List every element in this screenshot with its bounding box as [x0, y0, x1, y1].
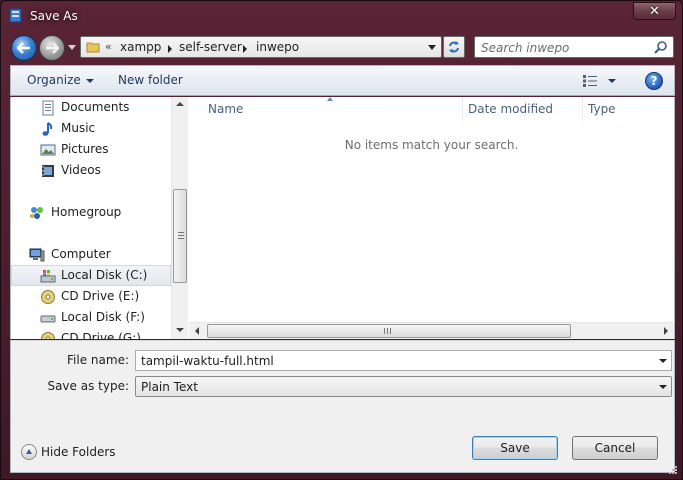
browser-area: Documents Music Pictures Videos Homegrou… [10, 97, 675, 339]
file-list[interactable]: Name Date modified Type No items match y… [189, 97, 674, 339]
title-bar: Save As ✕ [1, 1, 682, 31]
navigation-scrollbar[interactable] [171, 97, 188, 339]
app-icon [9, 8, 22, 23]
back-button[interactable] [11, 35, 37, 61]
file-name-input[interactable] [141, 353, 646, 368]
chevron-down-icon [85, 78, 94, 83]
removable-disk-icon [40, 315, 56, 323]
close-button[interactable]: ✕ [633, 2, 676, 20]
save-button[interactable]: Save [472, 436, 558, 460]
forward-button[interactable] [39, 35, 65, 61]
scroll-down-icon[interactable] [176, 328, 184, 332]
nav-item-label: Local Disk (C:) [61, 268, 148, 282]
nav-item-label: Local Disk (F:) [61, 310, 145, 324]
views-dropdown-icon[interactable] [608, 79, 616, 83]
search-icon[interactable] [654, 40, 668, 54]
grip-icon [384, 328, 391, 334]
nav-item-cd-drive-e[interactable]: CD Drive (E:) [11, 286, 171, 307]
nav-item-music[interactable]: Music [11, 118, 171, 139]
address-bar[interactable]: « xampp self-server inwepo [80, 36, 442, 58]
command-bar: Organize New folder ? [10, 65, 675, 96]
computer-icon [29, 248, 45, 262]
folder-icon [86, 42, 100, 53]
chevron-down-icon[interactable] [659, 359, 667, 363]
organize-label: Organize [27, 73, 81, 87]
music-icon [42, 122, 53, 136]
pictures-icon [40, 144, 56, 156]
nav-item-label: CD Drive (G:) [61, 331, 141, 339]
recent-pages-dropdown-icon[interactable] [68, 45, 76, 50]
scroll-thumb[interactable] [173, 189, 187, 283]
search-input[interactable] [481, 40, 651, 55]
window-title: Save As [30, 9, 78, 23]
scroll-left-icon[interactable] [195, 327, 199, 335]
save-as-type-select[interactable]: Plain Text [135, 376, 672, 397]
search-box[interactable] [474, 36, 674, 58]
forward-arrow-icon [46, 42, 59, 54]
nav-item-label: Music [61, 121, 96, 135]
empty-message: No items match your search. [344, 138, 519, 152]
column-type[interactable]: Type [588, 102, 616, 116]
column-divider[interactable] [462, 97, 463, 121]
column-divider[interactable] [582, 97, 583, 121]
nav-item-computer[interactable]: Computer [11, 244, 171, 265]
help-icon[interactable]: ? [645, 72, 663, 90]
nav-item-videos[interactable]: Videos [11, 160, 171, 181]
resize-grip-icon[interactable] [668, 465, 678, 475]
navigation-pane: Documents Music Pictures Videos Homegrou… [11, 97, 188, 339]
scroll-right-icon[interactable] [664, 327, 668, 335]
save-as-type-value: Plain Text [141, 380, 198, 394]
nav-item-label: Pictures [61, 142, 109, 156]
breadcrumb-overflow[interactable]: « [105, 40, 112, 53]
nav-item-local-disk-f[interactable]: Local Disk (F:) [11, 307, 171, 328]
breadcrumb-xampp[interactable]: xampp [120, 40, 161, 54]
local-disk-icon [40, 270, 56, 283]
close-icon: ✕ [649, 3, 660, 19]
nav-item-homegroup[interactable]: Homegroup [11, 202, 171, 223]
breadcrumb-inwepo[interactable]: inwepo [256, 40, 299, 54]
column-name[interactable]: Name [208, 102, 243, 116]
videos-icon [42, 165, 54, 177]
scroll-thumb[interactable] [207, 324, 571, 338]
breadcrumb-separator-icon[interactable] [168, 45, 172, 53]
nav-item-label: CD Drive (E:) [61, 289, 140, 303]
horizontal-scrollbar[interactable] [189, 322, 674, 339]
nav-item-label: Homegroup [51, 205, 122, 219]
chevron-up-icon [21, 444, 37, 460]
nav-item-cd-drive-g[interactable]: CD Drive (G:) [11, 328, 171, 339]
cd-drive-icon [41, 290, 55, 304]
nav-item-local-disk-c[interactable]: Local Disk (C:) [11, 265, 171, 286]
file-name-label: File name: [67, 353, 129, 367]
column-header-row: Name Date modified Type [189, 97, 674, 122]
sort-ascending-icon [327, 97, 333, 101]
nav-item-pictures[interactable]: Pictures [11, 139, 171, 160]
organize-menu[interactable]: Organize [27, 73, 94, 87]
save-as-dialog: Save As ✕ « xampp self-server inwepo Sea… [0, 0, 683, 480]
file-name-field[interactable] [135, 350, 672, 371]
save-as-type-label: Save as type: [47, 379, 129, 393]
nav-item-label: Documents [61, 100, 130, 114]
back-arrow-icon [17, 42, 30, 54]
chevron-down-icon [659, 385, 667, 389]
views-icon[interactable] [582, 74, 598, 88]
documents-icon [42, 100, 54, 116]
grip-icon [178, 232, 184, 239]
scroll-up-icon[interactable] [176, 102, 184, 106]
homegroup-icon [30, 207, 43, 219]
hide-folders-label: Hide Folders [41, 445, 116, 459]
breadcrumb-self-server[interactable]: self-server [179, 40, 242, 54]
nav-item-label: Videos [61, 163, 101, 177]
cd-drive-icon [41, 332, 55, 339]
cancel-button[interactable]: Cancel [572, 436, 658, 460]
column-date-modified[interactable]: Date modified [468, 102, 553, 116]
breadcrumb-separator-icon[interactable] [243, 45, 247, 53]
navigation-bar: « xampp self-server inwepo [1, 31, 682, 63]
address-dropdown-icon[interactable] [428, 45, 436, 50]
nav-item-documents[interactable]: Documents [11, 97, 171, 118]
nav-item-label: Computer [51, 247, 111, 261]
refresh-button[interactable] [443, 36, 465, 58]
refresh-icon [449, 41, 459, 53]
save-options-panel: File name: Save as type: Plain Text Hide… [10, 340, 675, 473]
new-folder-button[interactable]: New folder [118, 73, 183, 87]
